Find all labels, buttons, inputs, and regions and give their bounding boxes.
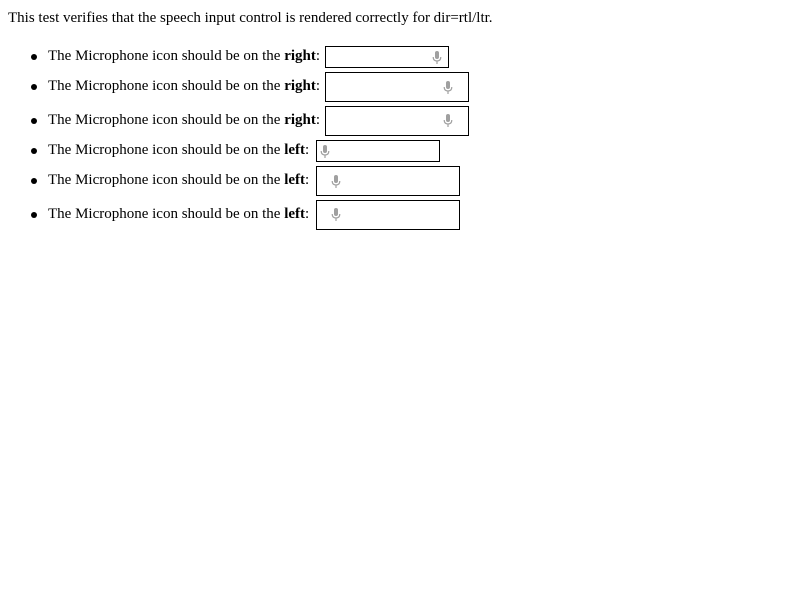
list-item-text: The Microphone icon should be on the rig… [48, 78, 321, 94]
speech-input[interactable] [316, 200, 460, 230]
side-label: left [284, 172, 306, 188]
list-item-text: The Microphone icon should be on the rig… [48, 112, 321, 128]
microphone-icon[interactable] [331, 208, 341, 222]
side-label: right [284, 48, 316, 64]
speech-input[interactable] [316, 140, 440, 162]
bullet [31, 54, 37, 60]
list-item-text: The Microphone icon should be on the lef… [48, 142, 310, 158]
microphone-icon[interactable] [331, 175, 341, 189]
bullet [31, 84, 37, 90]
list-item-text: The Microphone icon should be on the lef… [48, 172, 310, 188]
intro-text: This test verifies that the speech input… [8, 10, 493, 26]
bullet [31, 118, 37, 124]
list-item-text: The Microphone icon should be on the lef… [48, 206, 310, 222]
list-item-text: The Microphone icon should be on the rig… [48, 48, 321, 64]
microphone-icon[interactable] [443, 81, 453, 95]
side-label: right [284, 112, 316, 128]
speech-input[interactable] [325, 106, 469, 136]
speech-input[interactable] [325, 72, 469, 102]
microphone-icon[interactable] [432, 51, 442, 65]
speech-input[interactable] [325, 46, 449, 68]
microphone-icon[interactable] [443, 114, 453, 128]
side-label: left [284, 142, 306, 158]
side-label: right [284, 78, 316, 94]
speech-input[interactable] [316, 166, 460, 196]
microphone-icon[interactable] [320, 145, 330, 159]
bullet [31, 178, 37, 184]
side-label: left [284, 206, 306, 222]
bullet [31, 148, 37, 154]
bullet [31, 212, 37, 218]
